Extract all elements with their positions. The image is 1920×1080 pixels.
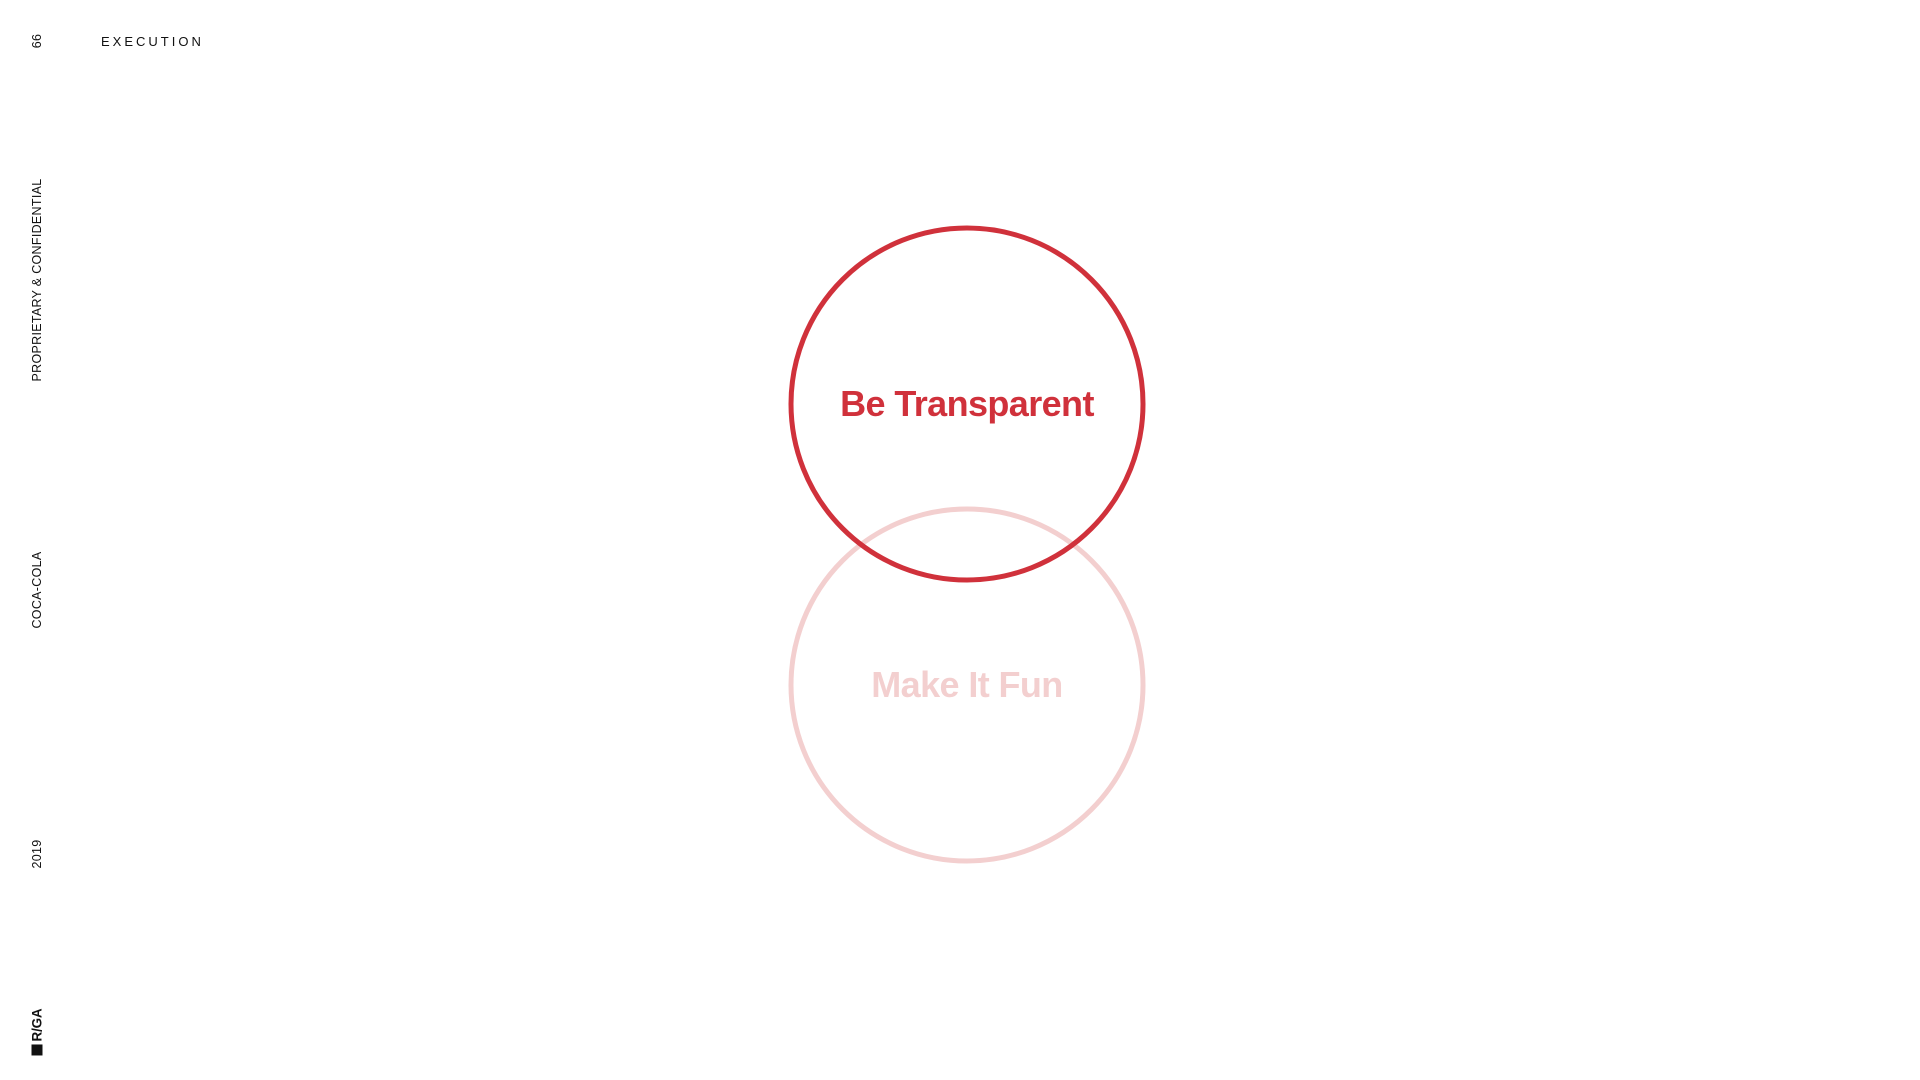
label-make-it-fun: Make It Fun <box>871 664 1063 705</box>
label-be-transparent: Be Transparent <box>840 383 1094 424</box>
venn-diagram: Be Transparent Make It Fun <box>0 0 1920 1080</box>
venn-diagram-svg <box>788 225 1146 864</box>
